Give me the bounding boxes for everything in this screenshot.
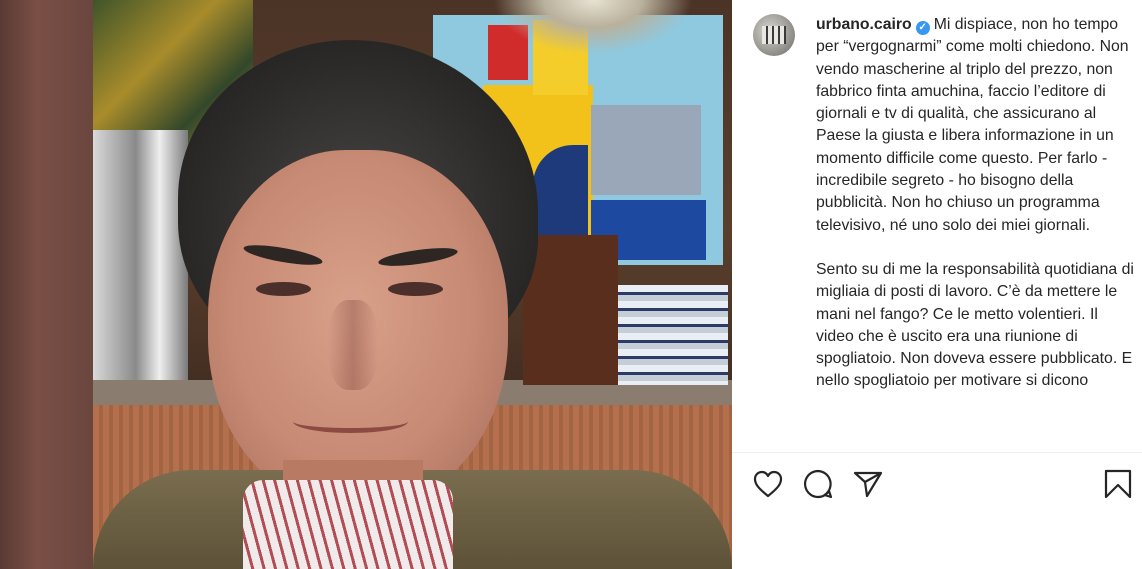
comment-button[interactable] (801, 467, 835, 501)
photo-nose (328, 300, 378, 390)
caption-scroll-area[interactable]: urbano.cairo ✓ Mi dispiace, non ho tempo p… (732, 0, 1142, 452)
instagram-post-view: urbano.cairo ✓ Mi dispiace, non ho tempo p… (0, 0, 1142, 569)
photo-artwork-grey-block (591, 105, 701, 195)
caption-paragraph-2: Sento su di me la responsabilità quotidi… (816, 260, 1134, 390)
save-button[interactable] (1101, 467, 1135, 501)
photo-silver-vase (93, 130, 188, 380)
photo-right-eye (388, 282, 443, 296)
photo-artwork-navy-shape (533, 145, 588, 235)
action-bar (732, 453, 1142, 569)
heart-icon (753, 470, 783, 498)
photo-mouth (293, 410, 408, 433)
paper-plane-icon (853, 471, 883, 498)
verified-badge-icon: ✓ (915, 21, 930, 35)
avatar[interactable] (753, 14, 795, 56)
post-caption: urbano.cairo ✓ Mi dispiace, non ho tempo p… (816, 14, 1134, 393)
username-link[interactable]: urbano.cairo (816, 16, 912, 33)
post-side-panel: urbano.cairo ✓ Mi dispiace, non ho tempo p… (732, 0, 1142, 569)
photo-wooden-box (523, 235, 618, 385)
backdrop-strip (0, 0, 93, 569)
share-button[interactable] (851, 467, 885, 501)
avatar-image (762, 26, 786, 44)
photo-left-eye (256, 282, 311, 296)
like-button[interactable] (751, 467, 785, 501)
photo-book-stack (618, 285, 728, 385)
post-photo[interactable] (93, 0, 732, 569)
comment-icon (803, 469, 833, 499)
bookmark-icon (1104, 469, 1132, 499)
caption-paragraph-1: urbano.cairo ✓ Mi dispiace, non ho tempo p… (816, 14, 1134, 237)
photo-shirt (243, 480, 453, 569)
photo-chandelier (493, 0, 693, 55)
caption-text-1: Mi dispiace, non ho tempo per “vergognar… (816, 16, 1129, 234)
